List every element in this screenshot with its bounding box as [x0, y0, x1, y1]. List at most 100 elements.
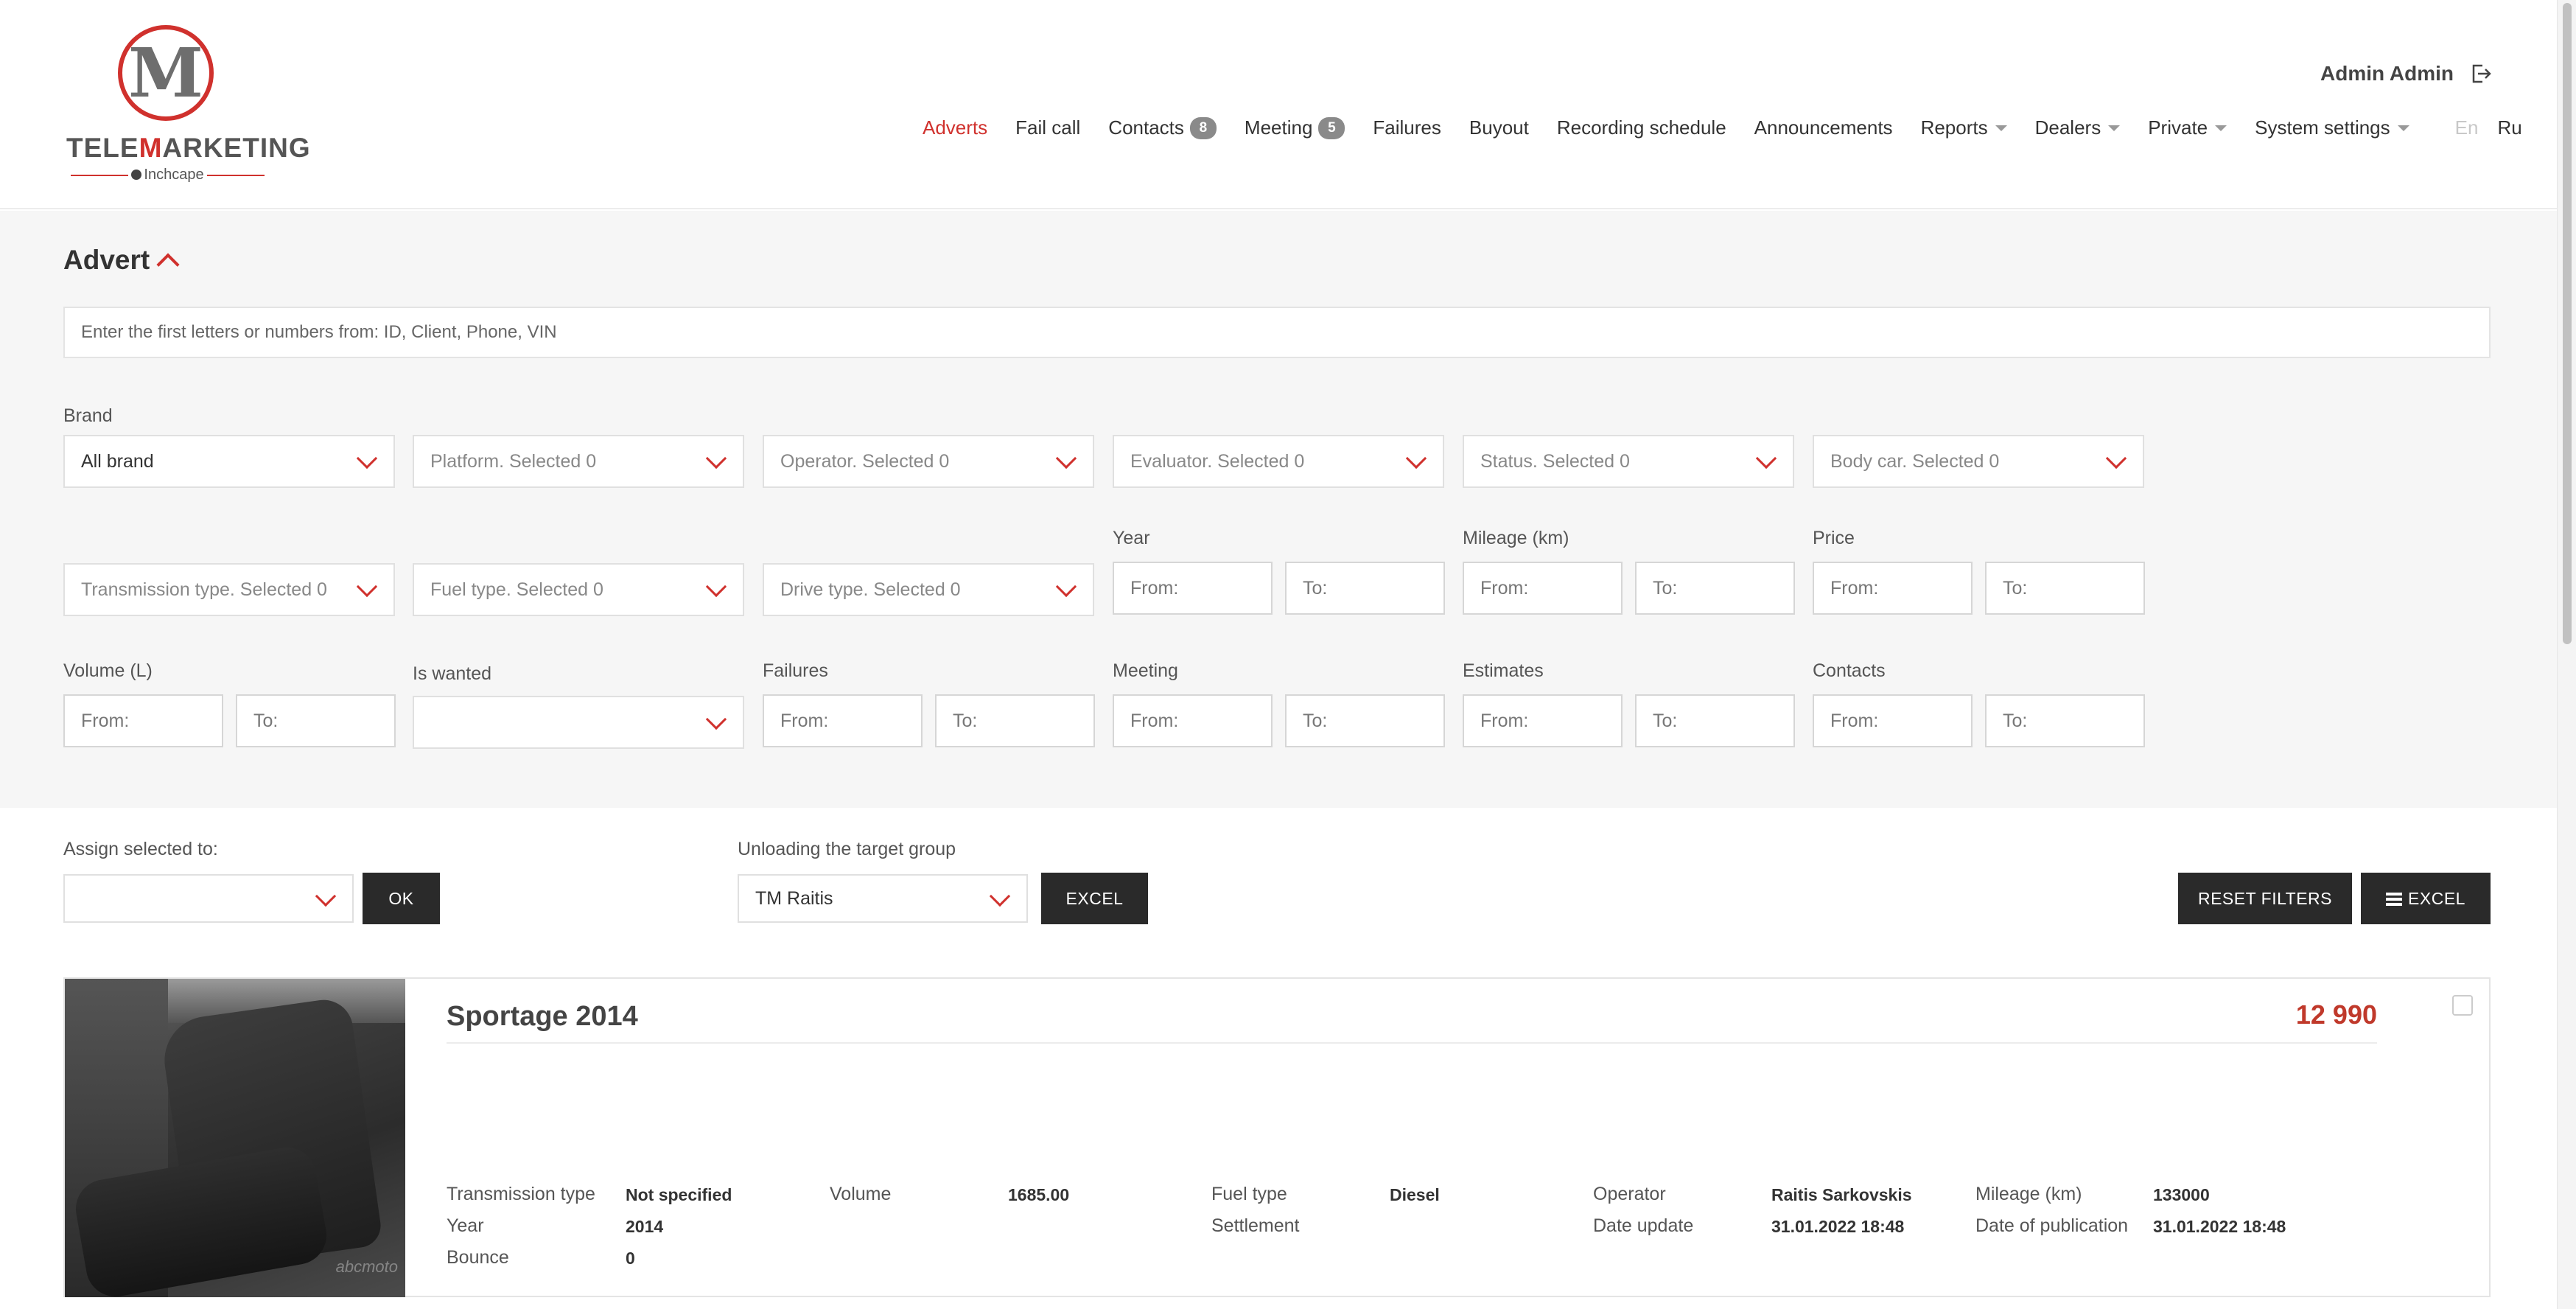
year-to-input[interactable]: To: [1285, 562, 1445, 615]
meeting-to-input[interactable]: To: [1285, 694, 1445, 747]
nav-failures[interactable]: Failures [1373, 116, 1441, 139]
page-scrollbar[interactable] [2557, 0, 2576, 1309]
assign-ok-button[interactable]: OK [363, 873, 440, 924]
export-excel-button[interactable]: EXCEL [2361, 873, 2491, 924]
transmission-select[interactable]: Transmission type. Selected 0 [63, 563, 395, 616]
spec-volume-label: Volume [830, 1184, 892, 1204]
export-excel-label: EXCEL [2408, 889, 2465, 908]
estimates-to-input[interactable]: To: [1635, 694, 1795, 747]
chevron-down-icon [1055, 576, 1077, 598]
assign-label: Assign selected to: [63, 839, 218, 859]
nav-meeting[interactable]: Meeting 5 [1245, 116, 1345, 139]
chevron-down-icon [1405, 447, 1427, 470]
brand-select[interactable]: All brand [63, 435, 395, 488]
fuel-select[interactable]: Fuel type. Selected 0 [413, 563, 744, 616]
status-select-value: Status. Selected 0 [1480, 451, 1630, 472]
drive-select-value: Drive type. Selected 0 [780, 579, 961, 600]
main-nav: Adverts Fail call Contacts 8 Meeting 5 Fai… [923, 116, 2522, 139]
advert-title-link[interactable]: Sportage 2014 [447, 1001, 638, 1033]
user-name[interactable]: Admin Admin [2320, 62, 2454, 85]
caret-down-icon [2108, 125, 2121, 131]
spec-operator-value: Raitis Sarkovskis [1771, 1185, 1912, 1204]
operator-select-value: Operator. Selected 0 [780, 451, 950, 472]
chevron-up-icon [156, 253, 180, 276]
scrollbar-thumb[interactable] [2563, 3, 2572, 644]
advert-card[interactable]: abcmoto Sportage 2014 12 990 Transmissio… [63, 977, 2491, 1297]
nav-contacts-label: Contacts [1108, 116, 1184, 139]
user-menu: Admin Admin [2320, 62, 2492, 85]
nav-buyout[interactable]: Buyout [1469, 116, 1529, 139]
failures-from-input[interactable]: From: [763, 694, 923, 747]
inchcape-dot-icon [131, 170, 142, 180]
mileage-to-input[interactable]: To: [1635, 562, 1795, 615]
advert-section-toggle[interactable]: Advert [63, 245, 180, 276]
nav-recording-schedule[interactable]: Recording schedule [1557, 116, 1726, 139]
nav-dealers-label: Dealers [2034, 116, 2101, 139]
body-car-select[interactable]: Body car. Selected 0 [1813, 435, 2144, 488]
nav-adverts[interactable]: Adverts [923, 116, 987, 139]
spec-mileage-label: Mileage (km) [1975, 1184, 2082, 1204]
drive-select[interactable]: Drive type. Selected 0 [763, 563, 1094, 616]
logout-icon[interactable] [2470, 63, 2492, 85]
meeting-count-badge: 5 [1318, 116, 1345, 139]
meeting-from-input[interactable]: From: [1113, 694, 1273, 747]
nav-reports[interactable]: Reports [1921, 116, 2007, 139]
unload-excel-button[interactable]: EXCEL [1041, 873, 1148, 924]
brand-select-value: All brand [81, 451, 154, 472]
spec-publication-label: Date of publication [1975, 1215, 2129, 1236]
logo-emblem: M [118, 25, 214, 121]
logo-subtitle: Inchcape [66, 167, 269, 184]
nav-reports-label: Reports [1920, 116, 1988, 139]
price-to-input[interactable]: To: [1985, 562, 2145, 615]
lang-ru[interactable]: Ru [2497, 116, 2521, 139]
logo-wordmark: TELEMARKETING [66, 133, 310, 164]
transmission-select-value: Transmission type. Selected 0 [81, 579, 327, 600]
chevron-down-icon [1755, 447, 1777, 470]
contacts-from-input[interactable]: From: [1813, 694, 1973, 747]
platform-select[interactable]: Platform. Selected 0 [413, 435, 744, 488]
advert-select-checkbox[interactable] [2452, 995, 2473, 1016]
car-photo[interactable]: abcmoto [65, 979, 405, 1297]
spec-bounce-value: 0 [626, 1249, 635, 1268]
spec-fuel-label: Fuel type [1211, 1184, 1287, 1204]
logo[interactable]: M TELEMARKETING Inchcape [66, 22, 310, 184]
spec-volume-value: 1685.00 [1008, 1185, 1070, 1204]
spec-year-value: 2014 [626, 1217, 664, 1236]
nav-contacts[interactable]: Contacts 8 [1108, 116, 1217, 139]
volume-to-input[interactable]: To: [236, 694, 396, 747]
reset-filters-button[interactable]: RESET FILTERS [2178, 873, 2352, 924]
status-select[interactable]: Status. Selected 0 [1463, 435, 1794, 488]
is-wanted-select[interactable] [413, 696, 744, 749]
contacts-label: Contacts [1813, 660, 1886, 681]
volume-from-input[interactable]: From: [63, 694, 223, 747]
nav-private[interactable]: Private [2148, 116, 2227, 139]
contacts-count-badge: 8 [1189, 116, 1217, 139]
spec-settlement-label: Settlement [1211, 1215, 1300, 1236]
search-input[interactable]: Enter the first letters or numbers from:… [63, 307, 2491, 358]
evaluator-select[interactable]: Evaluator. Selected 0 [1113, 435, 1444, 488]
logo-word-part2: ARKETING [162, 133, 311, 163]
contacts-to-input[interactable]: To: [1985, 694, 2145, 747]
unload-group-select[interactable]: TM Raitis [738, 874, 1028, 923]
nav-fail-call[interactable]: Fail call [1015, 116, 1080, 139]
body-car-select-value: Body car. Selected 0 [1830, 451, 2000, 472]
spec-bounce-label: Bounce [447, 1247, 509, 1268]
spec-date-update-value: 31.01.2022 18:48 [1771, 1217, 1905, 1236]
estimates-from-input[interactable]: From: [1463, 694, 1623, 747]
nav-announcements[interactable]: Announcements [1754, 116, 1893, 139]
spec-transmission-label: Transmission type [447, 1184, 595, 1204]
operator-select[interactable]: Operator. Selected 0 [763, 435, 1094, 488]
chevron-down-icon [1055, 447, 1077, 470]
photo-watermark: abcmoto [335, 1257, 398, 1276]
chevron-down-icon [705, 708, 727, 730]
lang-en[interactable]: En [2455, 116, 2479, 139]
failures-to-input[interactable]: To: [935, 694, 1095, 747]
unload-group-value: TM Raitis [755, 888, 833, 909]
nav-system-settings[interactable]: System settings [2255, 116, 2409, 139]
mileage-from-input[interactable]: From: [1463, 562, 1623, 615]
price-label: Price [1813, 528, 1855, 548]
nav-dealers[interactable]: Dealers [2035, 116, 2121, 139]
price-from-input[interactable]: From: [1813, 562, 1973, 615]
year-from-input[interactable]: From: [1113, 562, 1273, 615]
assign-select[interactable] [63, 874, 354, 923]
